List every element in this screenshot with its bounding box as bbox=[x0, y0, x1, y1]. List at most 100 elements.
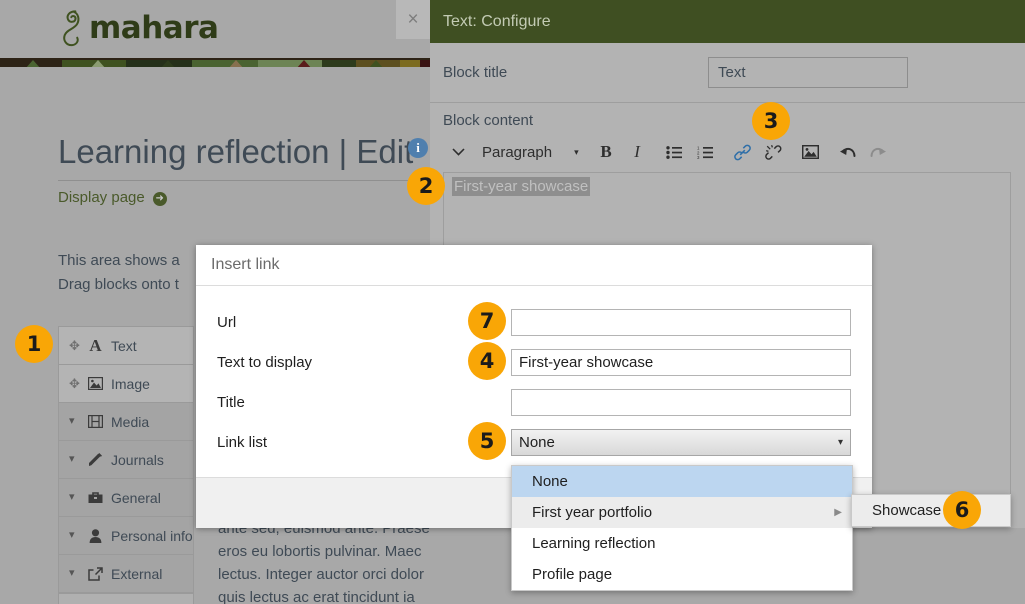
info-icon[interactable]: i bbox=[408, 138, 428, 158]
insert-link-dialog-title: Insert link bbox=[211, 256, 280, 273]
toolbar-collapse-button[interactable] bbox=[443, 137, 474, 167]
title-input[interactable] bbox=[511, 388, 851, 416]
url-input[interactable] bbox=[511, 308, 851, 336]
block-title-input[interactable]: Text bbox=[708, 57, 908, 88]
link-icon bbox=[733, 144, 751, 160]
undo-icon bbox=[839, 147, 856, 157]
pencil-icon bbox=[87, 452, 104, 467]
title-divider bbox=[58, 180, 430, 181]
close-icon: × bbox=[407, 8, 419, 30]
insert-link-dialog-header: Insert link bbox=[196, 245, 872, 286]
dropdown-option-label: None bbox=[532, 473, 568, 490]
chevron-down-icon: ▾ bbox=[69, 529, 75, 541]
user-icon bbox=[87, 528, 104, 543]
block-content-label: Block content bbox=[443, 112, 534, 129]
display-page-link[interactable]: Display page ➜ bbox=[58, 189, 167, 206]
drag-handle-icon[interactable]: ✥ bbox=[69, 377, 82, 390]
block-group-label: Media bbox=[111, 413, 150, 430]
block-group-personal-info[interactable]: ▾ Personal info bbox=[59, 517, 193, 555]
dropdown-option-none[interactable]: None bbox=[512, 466, 852, 497]
image-icon bbox=[87, 377, 104, 390]
editor-toolbar: Paragraph ▾ B I 1 2 3 bbox=[443, 136, 1011, 168]
insert-link-button[interactable] bbox=[727, 137, 758, 167]
drag-handle-icon[interactable]: ✥ bbox=[69, 339, 82, 352]
submenu-option-showcase[interactable]: Showcase bbox=[852, 495, 1010, 526]
block-group-label: Journals bbox=[111, 451, 164, 468]
block-item-label: Text bbox=[111, 337, 137, 354]
page-title: Learning reflection | Edit bbox=[58, 133, 414, 170]
callout-badge-4: 4 bbox=[468, 342, 506, 380]
background-lorem-text: ante sed, euismod ante. Praese eros eu l… bbox=[218, 517, 448, 604]
link-list-row: Link list None ▾ bbox=[196, 422, 872, 462]
brand-name: mahara bbox=[89, 10, 219, 46]
italic-icon: I bbox=[634, 142, 640, 161]
text-to-display-input[interactable]: First-year showcase bbox=[511, 348, 851, 376]
block-group-label: External bbox=[111, 565, 163, 582]
link-list-select[interactable]: None ▾ bbox=[511, 428, 851, 456]
bullet-list-button[interactable] bbox=[659, 137, 690, 167]
block-group-journals[interactable]: ▾ Journals bbox=[59, 441, 193, 479]
block-item-image[interactable]: ✥ Image bbox=[59, 365, 193, 403]
chevron-down-icon: ▾ bbox=[69, 453, 75, 465]
insert-image-button[interactable] bbox=[795, 137, 826, 167]
title-label: Title bbox=[217, 393, 245, 411]
modal-header: Text: Configure bbox=[430, 0, 1025, 43]
mahara-logo[interactable]: mahara bbox=[58, 6, 219, 50]
decorative-stripe bbox=[0, 56, 440, 67]
redo-icon bbox=[870, 147, 886, 157]
block-item-text[interactable]: ✥ A Text bbox=[59, 327, 193, 365]
italic-button[interactable]: I bbox=[622, 137, 653, 167]
film-icon bbox=[87, 415, 104, 428]
chevron-down-icon: ▾ bbox=[574, 146, 579, 157]
mahara-koru-logo-icon bbox=[63, 10, 80, 47]
lorem-line: eros eu lobortis pulvinar. Maec bbox=[218, 543, 422, 560]
briefcase-icon bbox=[87, 491, 104, 504]
close-modal-button[interactable]: × bbox=[396, 0, 430, 39]
letter-a-icon: A bbox=[89, 335, 102, 355]
dropdown-option-learning-reflection[interactable]: Learning reflection bbox=[512, 528, 852, 559]
svg-text:3: 3 bbox=[697, 155, 700, 159]
insert-link-dialog-body: Url Text to display First-year showcase … bbox=[196, 286, 872, 472]
dropdown-option-first-year-portfolio[interactable]: First year portfolio ▶ bbox=[512, 497, 852, 528]
chevron-down-icon: ▾ bbox=[69, 567, 75, 579]
chevron-down-icon: ▾ bbox=[837, 436, 843, 448]
modal-title: Text: Configure bbox=[443, 12, 551, 30]
numbered-list-button[interactable]: 1 2 3 bbox=[690, 137, 721, 167]
text-to-display-row: Text to display First-year showcase bbox=[196, 342, 872, 382]
block-type-list: ✥ A Text ✥ Image ▾ Media ▾ Journals ▾ Ge… bbox=[58, 326, 194, 604]
dropdown-option-profile-page[interactable]: Profile page bbox=[512, 559, 852, 590]
url-row: Url bbox=[196, 302, 872, 342]
redo-button bbox=[863, 137, 894, 167]
block-group-label: General bbox=[111, 489, 161, 506]
screenshot-root: mahara Learning reflection | Edit i Disp… bbox=[0, 0, 1025, 604]
block-group-general[interactable]: ▾ General bbox=[59, 479, 193, 517]
dropdown-option-label: First year portfolio bbox=[532, 504, 653, 521]
image-icon bbox=[801, 145, 819, 159]
title-row: Title bbox=[196, 382, 872, 422]
undo-button[interactable] bbox=[832, 137, 863, 167]
bullet-list-icon bbox=[666, 145, 683, 159]
editor-selected-text[interactable]: First-year showcase bbox=[452, 177, 591, 196]
unlink-icon bbox=[764, 144, 782, 160]
block-group-external[interactable]: ▾ External bbox=[59, 555, 193, 593]
brand-bar: mahara bbox=[0, 0, 440, 52]
callout-badge-3: 3 bbox=[752, 102, 790, 140]
external-link-icon bbox=[87, 566, 104, 581]
sidebar-collapse-button[interactable]: « bbox=[59, 593, 193, 604]
chevron-down-icon: ▾ bbox=[69, 415, 75, 427]
callout-badge-6: 6 bbox=[943, 491, 981, 529]
link-list-selected-value: None bbox=[519, 433, 555, 451]
format-dropdown[interactable]: Paragraph ▾ bbox=[474, 137, 585, 167]
chevron-down-icon bbox=[452, 148, 465, 156]
arrow-right-icon: ➜ bbox=[152, 192, 167, 206]
block-group-media[interactable]: ▾ Media bbox=[59, 403, 193, 441]
submenu-option-label: Showcase bbox=[872, 502, 942, 519]
display-page-label: Display page bbox=[58, 189, 145, 206]
unlink-button[interactable] bbox=[758, 137, 789, 167]
bold-button[interactable]: B bbox=[591, 137, 622, 167]
dropdown-option-label: Profile page bbox=[532, 566, 613, 583]
chevron-right-icon: ▶ bbox=[834, 507, 842, 518]
lorem-line: quis lectus ac erat tincidunt ia bbox=[218, 589, 415, 604]
chevron-down-icon: ▾ bbox=[69, 491, 75, 503]
block-item-label: Image bbox=[111, 375, 150, 392]
